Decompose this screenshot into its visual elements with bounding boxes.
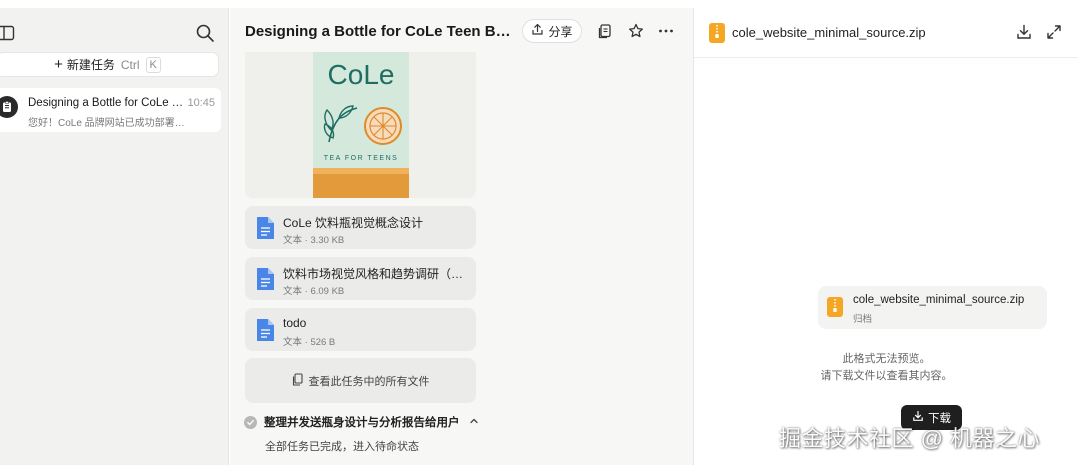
task-preview: 您好！CoLe 品牌网站已成功部署。... xyxy=(28,118,193,129)
expand-icon[interactable] xyxy=(1045,23,1063,41)
file-meta: 文本 · 6.09 KB xyxy=(283,286,345,297)
file-name: todo xyxy=(283,316,307,330)
no-preview-line2: 请下载文件以查看其内容。 xyxy=(820,370,953,382)
search-icon[interactable] xyxy=(194,22,216,44)
more-options-icon[interactable] xyxy=(657,22,675,40)
step-header[interactable]: 整理并发送瓶身设计与分析报告给用户 xyxy=(244,413,479,431)
file-card[interactable]: CoLe 饮料瓶视觉概念设计 文本 · 3.30 KB xyxy=(245,206,476,249)
new-task-button[interactable]: + 新建任务 Ctrl K xyxy=(0,52,219,77)
zip-file-icon xyxy=(709,23,725,43)
bottle-tagline: TEA FOR TEENS xyxy=(324,155,399,162)
task-title: Designing a Bottle for CoLe T... xyxy=(28,97,186,109)
chat-header: Designing a Bottle for CoLe Teen Beve...… xyxy=(230,8,693,54)
share-label: 分享 xyxy=(548,24,573,39)
doc-icon xyxy=(255,216,275,240)
doc-icon xyxy=(255,267,275,291)
task-list-item[interactable]: Designing a Bottle for CoLe T... 10:45 您… xyxy=(0,88,221,132)
view-all-files-label: 查看此任务中的所有文件 xyxy=(308,375,430,388)
file-meta: 文本 · 526 B xyxy=(283,337,336,348)
task-avatar-icon xyxy=(0,96,18,118)
doc-icon xyxy=(255,318,275,342)
sidebar-toggle-icon[interactable] xyxy=(0,23,16,43)
shortcut-ctrl: Ctrl xyxy=(120,57,140,72)
watermark: 掘金技术社区 @ 机器之心 xyxy=(779,426,1041,451)
share-button[interactable]: 分享 xyxy=(522,19,582,43)
preview-filename: cole_website_minimal_source.zip xyxy=(732,25,926,40)
download-icon[interactable] xyxy=(1015,23,1033,41)
step-title: 整理并发送瓶身设计与分析报告给用户 xyxy=(264,417,460,429)
files-icon xyxy=(292,372,304,389)
share-icon xyxy=(531,23,544,39)
no-preview-message: 此格式无法预览。 请下载文件以查看其内容。 xyxy=(694,351,1078,385)
file-name: 饮料市场视觉风格和趋势调研（基... xyxy=(283,267,468,281)
new-task-label: 新建任务 xyxy=(66,58,115,72)
file-preview-panel: cole_website_minimal_source.zip cole_web… xyxy=(693,8,1078,465)
preview-header: cole_website_minimal_source.zip xyxy=(694,8,1078,58)
chat-title: Designing a Bottle for CoLe Teen Beve... xyxy=(245,23,517,40)
archive-file-type: 归档 xyxy=(853,314,873,325)
chat-panel: Designing a Bottle for CoLe Teen Beve...… xyxy=(230,8,693,465)
archive-file-name: cole_website_minimal_source.zip xyxy=(853,294,1025,306)
file-meta: 文本 · 3.30 KB xyxy=(283,235,345,246)
no-preview-line1: 此格式无法预览。 xyxy=(842,353,931,365)
bottle-brand: CoLe xyxy=(328,59,395,90)
view-all-files-button[interactable]: 查看此任务中的所有文件 xyxy=(245,358,476,403)
bottle-image[interactable]: CoLe TEA FOR TEENS xyxy=(245,52,476,198)
step-status: 全部任务已完成，进入待命状态 xyxy=(265,441,419,453)
plus-icon: + xyxy=(54,56,63,73)
star-icon[interactable] xyxy=(627,22,645,40)
archive-file-card[interactable]: cole_website_minimal_source.zip 归档 xyxy=(818,286,1047,329)
zip-file-icon xyxy=(827,297,843,317)
copy-document-icon[interactable] xyxy=(596,22,614,40)
chevron-up-icon[interactable] xyxy=(469,416,479,429)
file-card[interactable]: todo 文本 · 526 B xyxy=(245,308,476,351)
shortcut-k: K xyxy=(145,56,161,73)
task-time: 10:45 xyxy=(187,97,215,109)
file-name: CoLe 饮料瓶视觉概念设计 xyxy=(283,216,424,230)
sidebar: + 新建任务 Ctrl K Designing a Bottle for CoL… xyxy=(0,8,229,465)
check-icon xyxy=(244,415,257,429)
top-strip xyxy=(0,0,1078,8)
file-card[interactable]: 饮料市场视觉风格和趋势调研（基... 文本 · 6.09 KB xyxy=(245,257,476,300)
